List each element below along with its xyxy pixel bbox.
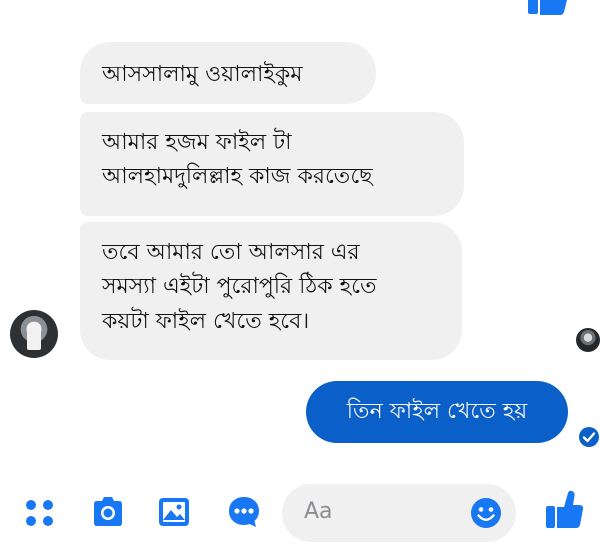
avatar-figure: [27, 322, 41, 350]
thumbs-up-icon[interactable]: [544, 488, 584, 530]
camera-icon[interactable]: [90, 494, 126, 530]
chat-bubble-icon[interactable]: [226, 494, 262, 530]
apps-icon[interactable]: [22, 494, 58, 530]
message-input-placeholder: Aa: [304, 499, 333, 524]
message-thread: আসসালামু ওয়ালাইকুম আমার হজম ফাইল টা আলহ…: [0, 0, 600, 480]
check-circle-icon: [579, 427, 599, 447]
outgoing-message[interactable]: তিন ফাইল খেতে হয়: [306, 381, 568, 443]
incoming-message[interactable]: আসসালামু ওয়ালাইকুম: [80, 42, 376, 104]
incoming-message[interactable]: আমার হজম ফাইল টা আলহামদুলিল্লাহ কাজ করতে…: [80, 112, 464, 216]
sender-avatar[interactable]: [10, 310, 58, 358]
message-composer: Aa: [0, 472, 600, 550]
gallery-icon[interactable]: [156, 494, 192, 530]
message-input[interactable]: Aa: [282, 484, 516, 542]
incoming-message[interactable]: তবে আমার তো আলসার এর সমস্যা এইটা পুরোপুর…: [80, 222, 462, 360]
seen-by-avatar: [576, 328, 600, 352]
emoji-icon[interactable]: [470, 497, 502, 529]
